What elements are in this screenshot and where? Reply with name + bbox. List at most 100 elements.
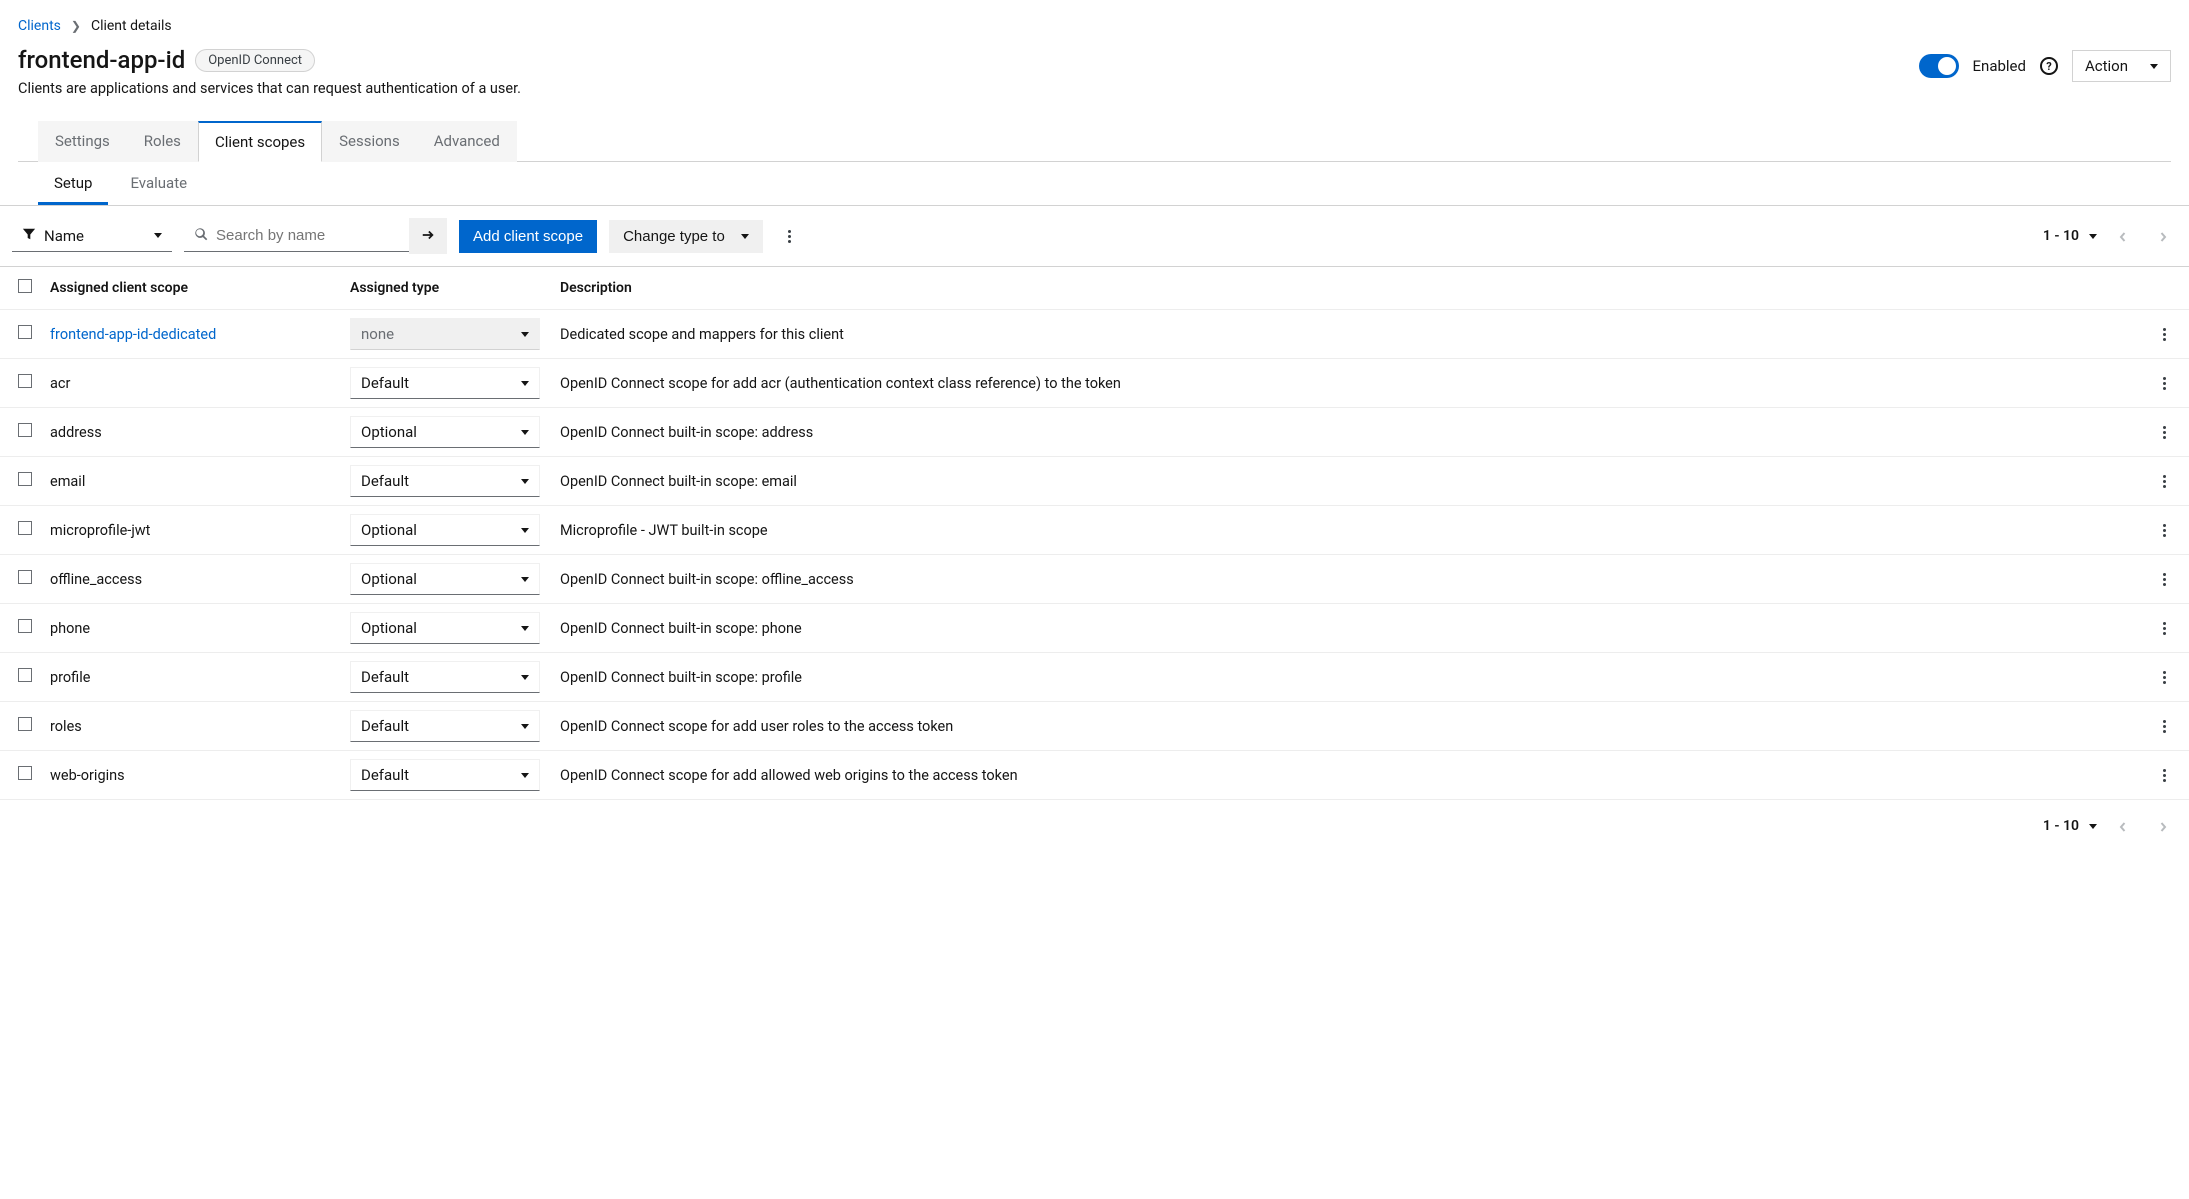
footer-pagination: 1 - 10: [0, 799, 2189, 852]
pagination-prev-button[interactable]: [2109, 812, 2137, 840]
pagination-next-button[interactable]: [2149, 222, 2177, 250]
scope-description: OpenID Connect built-in scope: address: [556, 424, 2139, 441]
action-dropdown-label: Action: [2085, 57, 2128, 75]
row-kebab-menu[interactable]: [2149, 573, 2179, 586]
row-checkbox[interactable]: [18, 521, 32, 535]
tab-settings[interactable]: Settings: [38, 121, 127, 162]
row-checkbox[interactable]: [18, 423, 32, 437]
pagination-range-dropdown[interactable]: 1 - 10: [2043, 228, 2097, 244]
row-checkbox[interactable]: [18, 717, 32, 731]
search-input-wrap: [184, 220, 409, 252]
caret-down-icon: [154, 233, 162, 238]
row-checkbox[interactable]: [18, 570, 32, 584]
select-all-checkbox[interactable]: [18, 279, 32, 293]
subtab-evaluate[interactable]: Evaluate: [114, 162, 203, 205]
row-checkbox[interactable]: [18, 374, 32, 388]
client-scopes-table: Assigned client scope Assigned type Desc…: [0, 266, 2189, 799]
assigned-type-select[interactable]: Optional: [350, 514, 540, 546]
tab-advanced[interactable]: Advanced: [417, 121, 517, 162]
enabled-toggle[interactable]: [1919, 54, 1959, 78]
table-row: acrDefaultOpenID Connect scope for add a…: [0, 358, 2189, 407]
row-kebab-menu[interactable]: [2149, 720, 2179, 733]
table-row: offline_accessOptionalOpenID Connect bui…: [0, 554, 2189, 603]
pagination-prev-button[interactable]: [2109, 222, 2137, 250]
search-icon: [194, 226, 208, 245]
breadcrumb-parent-link[interactable]: Clients: [18, 18, 61, 34]
tab-sessions[interactable]: Sessions: [322, 121, 417, 162]
tab-client-scopes[interactable]: Client scopes: [198, 121, 322, 162]
toolbar-kebab-menu[interactable]: [775, 230, 805, 243]
assigned-type-select[interactable]: Default: [350, 710, 540, 742]
row-checkbox[interactable]: [18, 472, 32, 486]
assigned-type-select[interactable]: Optional: [350, 612, 540, 644]
scope-name: acr: [46, 375, 346, 392]
caret-down-icon: [521, 381, 529, 386]
row-kebab-menu[interactable]: [2149, 622, 2179, 635]
assigned-type-value: Optional: [361, 521, 417, 539]
enabled-toggle-label: Enabled: [1973, 57, 2026, 75]
row-kebab-menu[interactable]: [2149, 377, 2179, 390]
action-dropdown[interactable]: Action: [2072, 50, 2171, 82]
row-kebab-menu[interactable]: [2149, 426, 2179, 439]
scope-description: OpenID Connect built-in scope: profile: [556, 669, 2139, 686]
pagination-range-dropdown[interactable]: 1 - 10: [2043, 818, 2097, 834]
subtab-setup[interactable]: Setup: [38, 162, 108, 205]
scope-name: web-origins: [46, 767, 346, 784]
assigned-type-select[interactable]: Default: [350, 759, 540, 791]
pagination-range-label: 1 - 10: [2043, 818, 2079, 834]
chevron-right-icon: ❯: [71, 19, 81, 33]
row-kebab-menu[interactable]: [2149, 524, 2179, 537]
search-submit-button[interactable]: [409, 218, 447, 254]
scope-description: OpenID Connect scope for add allowed web…: [556, 767, 2139, 784]
scope-description: OpenID Connect built-in scope: phone: [556, 620, 2139, 637]
caret-down-icon: [521, 773, 529, 778]
change-type-dropdown[interactable]: Change type to: [609, 220, 763, 253]
assigned-type-value: Optional: [361, 619, 417, 637]
assigned-type-value: Default: [361, 668, 409, 686]
scope-link[interactable]: frontend-app-id-dedicated: [50, 326, 216, 343]
table-row: web-originsDefault OpenID Connect scope f…: [0, 750, 2189, 799]
page-title: frontend-app-id: [18, 46, 185, 74]
protocol-badge: OpenID Connect: [195, 49, 315, 72]
help-icon[interactable]: ?: [2040, 57, 2058, 75]
scope-description: Microprofile - JWT built-in scope: [556, 522, 2139, 539]
change-type-label: Change type to: [623, 228, 725, 245]
table-row: phoneOptionalOpenID Connect built-in sco…: [0, 603, 2189, 652]
assigned-type-value: Default: [361, 472, 409, 490]
row-checkbox[interactable]: [18, 619, 32, 633]
scope-description: OpenID Connect built-in scope: email: [556, 473, 2139, 490]
caret-down-icon: [521, 626, 529, 631]
row-checkbox[interactable]: [18, 325, 32, 339]
row-kebab-menu[interactable]: [2149, 671, 2179, 684]
search-input[interactable]: [216, 227, 399, 244]
caret-down-icon: [521, 528, 529, 533]
tab-roles[interactable]: Roles: [127, 121, 198, 162]
row-kebab-menu[interactable]: [2149, 328, 2179, 341]
assigned-type-value: Default: [361, 374, 409, 392]
row-kebab-menu[interactable]: [2149, 475, 2179, 488]
chevron-right-icon: [2158, 817, 2168, 836]
assigned-type-select[interactable]: Default: [350, 367, 540, 399]
breadcrumb-current: Client details: [91, 18, 172, 34]
scope-description: OpenID Connect scope for add user roles …: [556, 718, 2139, 735]
scope-name: profile: [46, 669, 346, 686]
caret-down-icon: [2089, 234, 2097, 239]
assigned-type-select[interactable]: Default: [350, 465, 540, 497]
pagination-next-button[interactable]: [2149, 812, 2177, 840]
row-checkbox[interactable]: [18, 668, 32, 682]
filter-attribute-label: Name: [44, 227, 84, 245]
row-checkbox[interactable]: [18, 766, 32, 780]
filter-attribute-dropdown[interactable]: Name: [12, 221, 172, 252]
assigned-type-select[interactable]: Optional: [350, 563, 540, 595]
pagination-range-label: 1 - 10: [2043, 228, 2079, 244]
table-header-row: Assigned client scope Assigned type Desc…: [0, 267, 2189, 309]
caret-down-icon: [521, 577, 529, 582]
arrow-right-icon: [421, 228, 435, 245]
assigned-type-select[interactable]: Default: [350, 661, 540, 693]
row-kebab-menu[interactable]: [2149, 769, 2179, 782]
header-assigned-type: Assigned type: [346, 280, 556, 296]
assigned-type-value: none: [361, 325, 394, 343]
assigned-type-select[interactable]: Optional: [350, 416, 540, 448]
scope-description: Dedicated scope and mappers for this cli…: [556, 326, 2139, 343]
add-client-scope-button[interactable]: Add client scope: [459, 220, 597, 253]
